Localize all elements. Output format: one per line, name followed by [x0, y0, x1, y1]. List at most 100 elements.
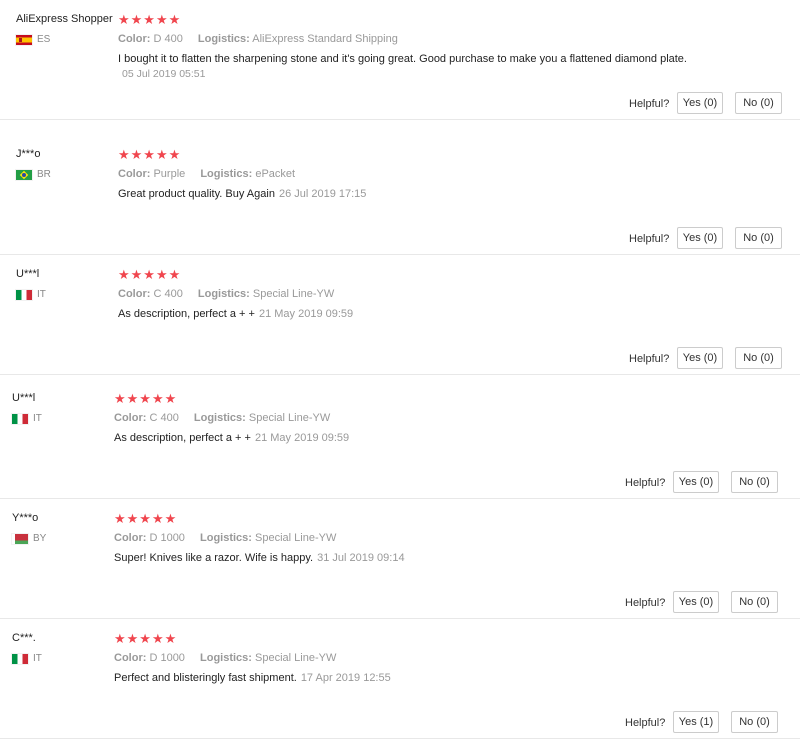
country-flag-icon [16, 169, 32, 180]
country-code: BR [37, 169, 51, 180]
reviewer-country: BR [16, 169, 51, 180]
review-text-line: Great product quality. Buy Again 26 Jul 2… [118, 188, 366, 200]
color-value: D 1000 [149, 532, 185, 544]
helpful-label: Helpful? [625, 597, 666, 609]
helpful-no-button[interactable]: No (0) [731, 471, 778, 493]
review-item: AliExpress Shopper ES ★★★★★ Color: D 400… [0, 0, 800, 120]
color-value: Purple [153, 168, 186, 180]
logistics-key: Logistics: [197, 33, 250, 45]
logistics-value: AliExpress Standard Shipping [252, 33, 398, 45]
color-key: Color: [118, 168, 151, 180]
rating-stars: ★★★★★ [114, 391, 178, 406]
color-key: Color: [118, 288, 151, 300]
rating-stars: ★★★★★ [118, 147, 182, 162]
color-key: Color: [118, 33, 151, 45]
review-date: 21 May 2019 09:59 [254, 432, 350, 444]
review-divider [0, 119, 800, 120]
helpful-yes-button[interactable]: Yes (0) [677, 347, 723, 369]
review-attributes: Color: D 400 Logistics: AliExpress Stand… [118, 33, 398, 45]
color-value: C 400 [153, 288, 183, 300]
logistics-value: Special Line-YW [248, 412, 331, 424]
helpful-label: Helpful? [625, 477, 666, 489]
logistics-key: Logistics: [200, 168, 253, 180]
rating-stars: ★★★★★ [118, 267, 182, 282]
review-text: Great product quality. Buy Again [118, 188, 275, 200]
review-date: 17 Apr 2019 12:55 [300, 672, 391, 684]
review-item: J***o BR ★★★★★ Color: Purple Logistics: … [0, 135, 800, 255]
country-flag-icon [12, 413, 28, 424]
country-code: ES [37, 34, 51, 45]
helpful-no-button[interactable]: No (0) [731, 591, 778, 613]
reviewer-country: IT [16, 289, 46, 300]
logistics-key: Logistics: [200, 532, 252, 544]
helpful-yes-button[interactable]: Yes (0) [677, 92, 723, 114]
review-text: As description, perfect a + + [114, 432, 251, 444]
reviewer-country: IT [12, 653, 42, 664]
review-attributes: Color: C 400 Logistics: Special Line-YW [118, 288, 334, 300]
helpful-no-button[interactable]: No (0) [735, 227, 782, 249]
rating-stars: ★★★★★ [118, 12, 182, 27]
review-text: I bought it to flatten the sharpening st… [118, 53, 687, 65]
reviewer-name: C***. [12, 632, 36, 644]
review-text: As description, perfect a + + [118, 308, 255, 320]
review-text: Perfect and blisteringly fast shipment. [114, 672, 297, 684]
review-attributes: Color: C 400 Logistics: Special Line-YW [114, 412, 330, 424]
logistics-key: Logistics: [197, 288, 250, 300]
review-divider [0, 738, 800, 739]
reviewer-name: J***o [16, 148, 41, 160]
country-flag-icon [12, 653, 28, 664]
rating-stars: ★★★★★ [114, 511, 178, 526]
logistics-value: Special Line-YW [255, 532, 337, 544]
helpful-no-button[interactable]: No (0) [735, 347, 782, 369]
helpful-label: Helpful? [629, 98, 670, 110]
rating-stars: ★★★★★ [114, 631, 178, 646]
review-divider [0, 374, 800, 375]
review-text-line: Perfect and blisteringly fast shipment. 1… [114, 672, 391, 684]
country-flag-icon [12, 533, 28, 544]
review-text-line: I bought it to flatten the sharpening st… [118, 53, 687, 65]
logistics-key: Logistics: [193, 412, 246, 424]
helpful-yes-button[interactable]: Yes (0) [673, 591, 719, 613]
review-item: U***l IT ★★★★★ Color: C 400 Logistics: S… [0, 255, 800, 375]
country-flag-icon [16, 34, 32, 45]
helpful-label: Helpful? [629, 233, 670, 245]
reviewer-name: AliExpress Shopper [16, 13, 113, 25]
review-date: 05 Jul 2019 05:51 [122, 68, 206, 80]
helpful-label: Helpful? [629, 353, 670, 365]
review-text-line: As description, perfect a + +21 May 2019… [114, 432, 349, 444]
review-date: 21 May 2019 09:59 [258, 308, 354, 320]
country-code: BY [33, 533, 47, 544]
review-date: 31 Jul 2019 09:14 [317, 552, 405, 564]
reviewer-country: BY [12, 533, 46, 544]
logistics-value: Special Line-YW [255, 652, 337, 664]
reviewer-name: Y***o [12, 512, 39, 524]
helpful-no-button[interactable]: No (0) [731, 711, 778, 733]
review-text: Super! Knives like a razor. Wife is happ… [114, 552, 314, 564]
reviewer-country: IT [12, 413, 42, 424]
helpful-yes-button[interactable]: Yes (1) [673, 711, 719, 733]
logistics-value: Special Line-YW [252, 288, 335, 300]
color-key: Color: [114, 412, 147, 424]
color-value: D 400 [153, 33, 183, 45]
reviewer-country: ES [16, 34, 50, 45]
helpful-yes-button[interactable]: Yes (0) [677, 227, 723, 249]
review-item: U***l IT ★★★★★ Color: C 400 Logistics: S… [0, 379, 800, 499]
color-key: Color: [114, 532, 147, 544]
helpful-yes-button[interactable]: Yes (0) [673, 471, 719, 493]
review-text-line: Super! Knives like a razor. Wife is happ… [114, 552, 405, 564]
reviewer-name: U***l [16, 268, 40, 280]
country-code: IT [33, 413, 42, 424]
review-date: 26 Jul 2019 17:15 [278, 188, 367, 200]
logistics-key: Logistics: [200, 652, 252, 664]
helpful-no-button[interactable]: No (0) [735, 92, 782, 114]
color-value: D 1000 [149, 652, 185, 664]
logistics-value: ePacket [255, 168, 296, 180]
review-attributes: Color: D 1000 Logistics: Special Line-YW [114, 532, 336, 544]
review-item: C***. IT ★★★★★ Color: D 1000 Logistics: … [0, 619, 800, 739]
review-item: Y***o BY ★★★★★ Color: D 1000 Logistics: … [0, 499, 800, 619]
color-key: Color: [114, 652, 147, 664]
review-text-line: As description, perfect a + +21 May 2019… [118, 308, 353, 320]
country-code: IT [33, 653, 42, 664]
review-attributes: Color: D 1000 Logistics: Special Line-YW [114, 652, 336, 664]
review-attributes: Color: Purple Logistics: ePacket [118, 168, 295, 180]
